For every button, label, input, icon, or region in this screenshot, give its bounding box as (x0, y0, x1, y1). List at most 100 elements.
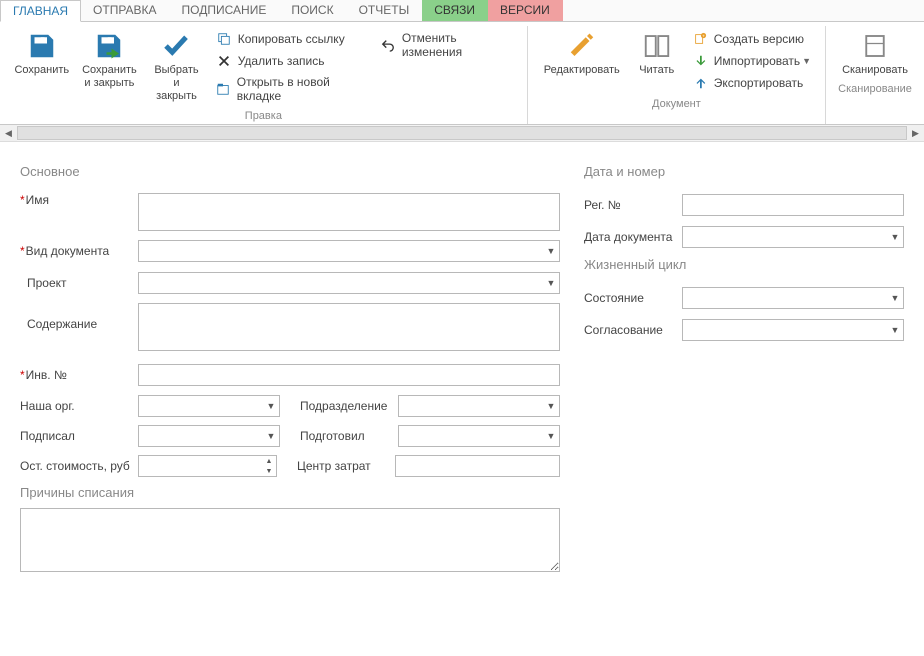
ribbon: Сохранить Сохранить и закрыть Выбрать и … (0, 22, 924, 125)
spin-up-button[interactable]: ▲ (262, 456, 276, 466)
copy-link-button[interactable]: Копировать ссылку (210, 28, 375, 50)
scan-group-label: Сканирование (834, 83, 916, 95)
save-icon (26, 30, 58, 62)
section-date-num: Дата и номер (584, 164, 904, 179)
prepared-combo[interactable]: ▼ (398, 425, 560, 447)
state-input[interactable] (682, 287, 904, 309)
svg-text:+: + (702, 33, 705, 38)
doc-type-combo[interactable]: ▼ (138, 240, 560, 262)
import-button[interactable]: Импортировать ▼ (686, 50, 817, 72)
delete-record-label: Удалить запись (238, 54, 325, 68)
chevron-down-icon[interactable]: ▼ (543, 273, 559, 293)
tab-strip: ГЛАВНАЯ ОТПРАВКА ПОДПИСАНИЕ ПОИСК ОТЧЕТЫ… (0, 0, 924, 22)
ribbon-group-edit: Сохранить Сохранить и закрыть Выбрать и … (0, 26, 528, 124)
tab-sign[interactable]: ПОДПИСАНИЕ (170, 0, 280, 21)
edit-label: Редактировать (544, 64, 620, 77)
ribbon-group-document: Редактировать Читать + Создать версию (528, 26, 826, 124)
select-close-button[interactable]: Выбрать и закрыть (143, 26, 210, 107)
edit-group-label: Правка (8, 110, 519, 122)
project-input[interactable] (138, 272, 560, 294)
scan-button[interactable]: Сканировать (834, 26, 916, 81)
save-close-button[interactable]: Сохранить и закрыть (76, 26, 144, 94)
signed-combo[interactable]: ▼ (138, 425, 280, 447)
scroll-left-button[interactable]: ◀ (0, 125, 17, 141)
label-content: Содержание (20, 303, 138, 331)
delete-record-button[interactable]: Удалить запись (210, 50, 375, 72)
residual-cost-spinner[interactable]: ▲ ▼ (138, 455, 277, 477)
subdivision-input[interactable] (398, 395, 560, 417)
create-version-label: Создать версию (714, 32, 804, 46)
reg-no-input[interactable] (682, 194, 904, 216)
scroll-right-button[interactable]: ▶ (907, 125, 924, 141)
signed-input[interactable] (138, 425, 280, 447)
section-main: Основное (20, 164, 560, 179)
spin-down-button[interactable]: ▼ (262, 466, 276, 476)
export-button[interactable]: Экспортировать (686, 72, 817, 94)
approval-combo[interactable]: ▼ (682, 319, 904, 341)
inv-no-input[interactable] (138, 364, 560, 386)
scroll-track[interactable] (17, 125, 907, 141)
label-prepared: Подготовил (300, 429, 398, 443)
export-icon (692, 75, 708, 91)
label-signed: Подписал (20, 429, 138, 443)
chevron-down-icon[interactable]: ▼ (263, 426, 279, 446)
edit-button[interactable]: Редактировать (536, 26, 628, 81)
chevron-down-icon[interactable]: ▼ (543, 396, 559, 416)
chevron-down-icon[interactable]: ▼ (543, 241, 559, 261)
open-new-tab-button[interactable]: Открыть в новой вкладке (210, 72, 375, 106)
our-org-combo[interactable]: ▼ (138, 395, 280, 417)
our-org-input[interactable] (138, 395, 280, 417)
tab-links[interactable]: СВЯЗИ (422, 0, 488, 21)
reasons-input[interactable] (20, 508, 560, 572)
tab-versions[interactable]: ВЕРСИИ (488, 0, 563, 21)
state-combo[interactable]: ▼ (682, 287, 904, 309)
chevron-down-icon[interactable]: ▼ (887, 320, 903, 340)
name-input[interactable] (138, 193, 560, 231)
approval-input[interactable] (682, 319, 904, 341)
chevron-down-icon[interactable]: ▼ (887, 227, 903, 247)
book-icon (641, 30, 673, 62)
import-icon (692, 53, 708, 69)
project-combo[interactable]: ▼ (138, 272, 560, 294)
undo-changes-button[interactable]: Отменить изменения (375, 28, 519, 62)
copy-link-label: Копировать ссылку (238, 32, 345, 46)
label-approval: Согласование (584, 323, 682, 337)
label-doc-date: Дата документа (584, 230, 682, 244)
copy-link-icon (216, 31, 232, 47)
form-left-column: Основное Имя Вид документа ▼ Проект ▼ Со… (20, 160, 560, 632)
undo-icon (381, 37, 396, 53)
doc-type-input[interactable] (138, 240, 560, 262)
tab-search[interactable]: ПОИСК (279, 0, 346, 21)
create-version-button[interactable]: + Создать версию (686, 28, 817, 50)
tab-send[interactable]: ОТПРАВКА (81, 0, 170, 21)
prepared-input[interactable] (398, 425, 560, 447)
read-label: Читать (639, 64, 674, 77)
subdivision-combo[interactable]: ▼ (398, 395, 560, 417)
label-our-org: Наша орг. (20, 399, 138, 413)
cost-center-input[interactable] (395, 455, 560, 477)
scanner-icon (859, 30, 891, 62)
ribbon-scroll: ◀ ▶ (0, 125, 924, 142)
label-project: Проект (20, 276, 138, 290)
save-button[interactable]: Сохранить (8, 26, 76, 81)
export-label: Экспортировать (714, 76, 804, 90)
doc-date-combo[interactable]: ▼ (682, 226, 904, 248)
residual-cost-input[interactable] (138, 455, 277, 477)
doc-date-input[interactable] (682, 226, 904, 248)
pencil-icon (566, 30, 598, 62)
read-button[interactable]: Читать (628, 26, 686, 81)
tab-reports[interactable]: ОТЧЕТЫ (347, 0, 423, 21)
chevron-down-icon[interactable]: ▼ (543, 426, 559, 446)
form-right-column: Дата и номер Рег. № Дата документа ▼ Жиз… (584, 160, 904, 632)
form-area: Основное Имя Вид документа ▼ Проект ▼ Со… (0, 142, 924, 650)
tab-main[interactable]: ГЛАВНАЯ (0, 0, 81, 22)
save-label: Сохранить (14, 64, 69, 77)
chevron-down-icon[interactable]: ▼ (263, 396, 279, 416)
chevron-down-icon[interactable]: ▼ (887, 288, 903, 308)
content-input[interactable] (138, 303, 560, 351)
import-label: Импортировать (714, 54, 800, 68)
section-lifecycle: Жизненный цикл (584, 257, 904, 272)
label-inv-no: Инв. № (20, 368, 138, 382)
scroll-thumb[interactable] (17, 126, 907, 140)
document-group-label: Документ (536, 98, 817, 110)
